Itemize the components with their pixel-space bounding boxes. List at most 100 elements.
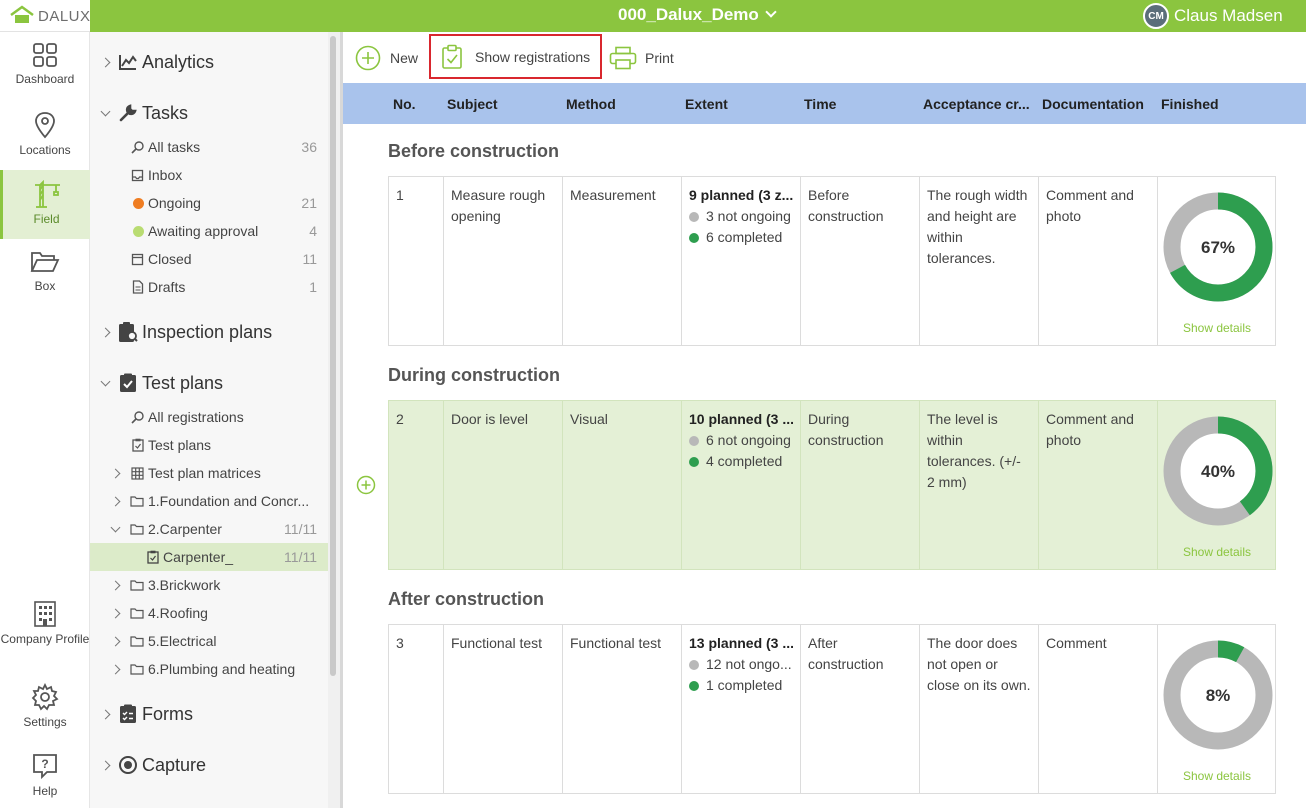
cell-no: 1 — [389, 177, 444, 345]
project-selector[interactable]: 000_Dalux_Demo — [618, 5, 777, 25]
inbox-icon — [90, 169, 148, 182]
table-row[interactable]: 3 Functional test Functional test 13 pla… — [388, 624, 1276, 794]
house-icon — [10, 5, 34, 23]
status-dot-icon — [689, 456, 699, 467]
tree-section-forms[interactable]: Forms — [90, 694, 328, 734]
tree-label: Inbox — [148, 167, 183, 183]
printer-icon — [609, 46, 637, 69]
item-count: 36 — [301, 139, 317, 155]
rail-item-help[interactable]: ? Help — [0, 742, 90, 808]
show-details-link[interactable]: Show details — [1158, 318, 1276, 339]
status-dot-icon — [689, 680, 699, 691]
column-header-documentation[interactable]: Documentation — [1042, 96, 1144, 112]
column-header-time[interactable]: Time — [804, 96, 836, 112]
dashboard-icon — [33, 43, 57, 67]
tree-item-test-plans[interactable]: Test plans — [90, 431, 328, 459]
chevron-right-icon — [110, 664, 120, 674]
status-dot-icon — [689, 232, 699, 243]
tree-item-electrical[interactable]: 5.Electrical — [90, 627, 328, 655]
scrollbar-thumb[interactable] — [330, 36, 336, 676]
left-rail: Dashboard Locations Field Box Company Pr… — [0, 32, 90, 808]
column-header-finished[interactable]: Finished — [1161, 96, 1219, 112]
rail-item-settings[interactable]: Settings — [0, 673, 90, 742]
not-ongoing-text: 12 not ongo... — [706, 656, 792, 672]
clipboard-icon — [90, 438, 148, 452]
tree-item-carpenter-folder[interactable]: 2.Carpenter 11/11 — [90, 515, 328, 543]
plus-circle-icon — [355, 45, 381, 70]
rail-item-company-profile[interactable]: Company Profile — [0, 590, 90, 666]
cell-extent: 9 planned (3 z... 3 not ongoing 6 comple… — [682, 177, 801, 345]
search-icon — [90, 140, 148, 154]
group-title-before: Before construction — [388, 141, 560, 161]
tree-label: 5.Electrical — [148, 633, 217, 649]
tree-item-closed[interactable]: Closed 11 — [90, 245, 328, 273]
show-details-link[interactable]: Show details — [1158, 766, 1276, 787]
rail-item-field[interactable]: Field — [0, 170, 90, 239]
table-row[interactable]: 1 Measure rough opening Measurement 9 pl… — [388, 176, 1276, 346]
tree-item-awaiting-approval[interactable]: Awaiting approval 4 — [90, 217, 328, 245]
column-header-method[interactable]: Method — [566, 96, 616, 112]
print-button[interactable]: Print — [609, 32, 674, 83]
tree-section-capture[interactable]: Capture — [90, 745, 328, 785]
crane-icon — [34, 180, 60, 208]
cell-time: After construction — [801, 625, 920, 793]
tree-label: Closed — [148, 251, 192, 267]
tree-scrollbar[interactable] — [328, 32, 340, 808]
tree-section-analytics[interactable]: Analytics — [90, 42, 328, 82]
tree-label: Inspection plans — [142, 321, 273, 342]
cell-time: During construction — [801, 401, 920, 569]
item-count: 11/11 — [284, 549, 317, 565]
show-registrations-button[interactable]: Show registrations — [429, 34, 603, 79]
rail-item-dashboard[interactable]: Dashboard — [0, 32, 90, 101]
tree-label: 6.Plumbing and heating — [148, 661, 296, 677]
add-row-icon[interactable] — [356, 475, 376, 495]
progress-percent: 8% — [1205, 685, 1231, 705]
column-header-no[interactable]: No. — [393, 96, 416, 112]
tree-item-all-registrations[interactable]: All registrations — [90, 403, 328, 431]
extent-planned: 10 planned (3 ... — [689, 411, 793, 427]
tree-item-plumbing[interactable]: 6.Plumbing and heating — [90, 655, 328, 683]
tree-item-test-plan-matrices[interactable]: Test plan matrices — [90, 459, 328, 487]
tree-item-foundation[interactable]: 1.Foundation and Concr... — [90, 487, 328, 515]
cell-extent: 13 planned (3 ... 12 not ongo... 1 compl… — [682, 625, 801, 793]
tree-section-inspection-plans[interactable]: Inspection plans — [90, 312, 328, 352]
tree-item-all-tasks[interactable]: All tasks 36 — [90, 133, 328, 161]
cell-subject: Measure rough opening — [444, 177, 563, 345]
cell-acceptance: The rough width and height are within to… — [920, 177, 1039, 345]
stat-completed: 6 completed — [689, 227, 793, 248]
chevron-right-icon — [110, 580, 120, 590]
dalux-logo[interactable]: DALUX — [0, 0, 90, 32]
rail-label: Help — [32, 784, 58, 798]
tree-section-test-plans[interactable]: Test plans — [90, 363, 328, 403]
chevron-right-icon — [100, 760, 110, 770]
tree-item-brickwork[interactable]: 3.Brickwork — [90, 571, 328, 599]
column-header-subject[interactable]: Subject — [447, 96, 498, 112]
rail-item-box[interactable]: Box — [0, 239, 90, 308]
tree-item-drafts[interactable]: Drafts 1 — [90, 273, 328, 301]
user-menu[interactable]: CM Claus Madsen — [1143, 3, 1283, 29]
tree-label: Drafts — [148, 279, 186, 295]
new-button[interactable]: New — [355, 32, 418, 83]
tree-label: Analytics — [142, 51, 215, 72]
tree-section-tasks[interactable]: Tasks — [90, 93, 328, 133]
rail-label: Company Profile — [0, 632, 90, 646]
top-bar: DALUX 000_Dalux_Demo CM Claus Madsen — [0, 0, 1306, 32]
rail-label: Locations — [19, 143, 71, 157]
chevron-right-icon — [110, 636, 120, 646]
tree-item-inbox[interactable]: Inbox — [90, 161, 328, 189]
tree-item-carpenter-plan[interactable]: Carpenter_ 11/11 — [90, 543, 328, 571]
tree-item-ongoing[interactable]: Ongoing 21 — [90, 189, 328, 217]
rail-item-locations[interactable]: Locations — [0, 101, 90, 170]
chevron-down-icon — [765, 6, 777, 18]
tree-label: Tasks — [142, 102, 189, 123]
clipboard-icon — [90, 550, 163, 564]
table-row[interactable]: 2 Door is level Visual 10 planned (3 ...… — [388, 400, 1276, 570]
stat-not-ongoing: 3 not ongoing — [689, 206, 793, 227]
show-details-link[interactable]: Show details — [1158, 542, 1276, 563]
clipboard-search-icon — [114, 321, 142, 343]
cell-finished: 40% Show details — [1158, 401, 1276, 569]
column-header-extent[interactable]: Extent — [685, 96, 728, 112]
extent-planned: 13 planned (3 ... — [689, 635, 793, 651]
column-header-acceptance[interactable]: Acceptance cr... — [923, 96, 1030, 112]
tree-item-roofing[interactable]: 4.Roofing — [90, 599, 328, 627]
